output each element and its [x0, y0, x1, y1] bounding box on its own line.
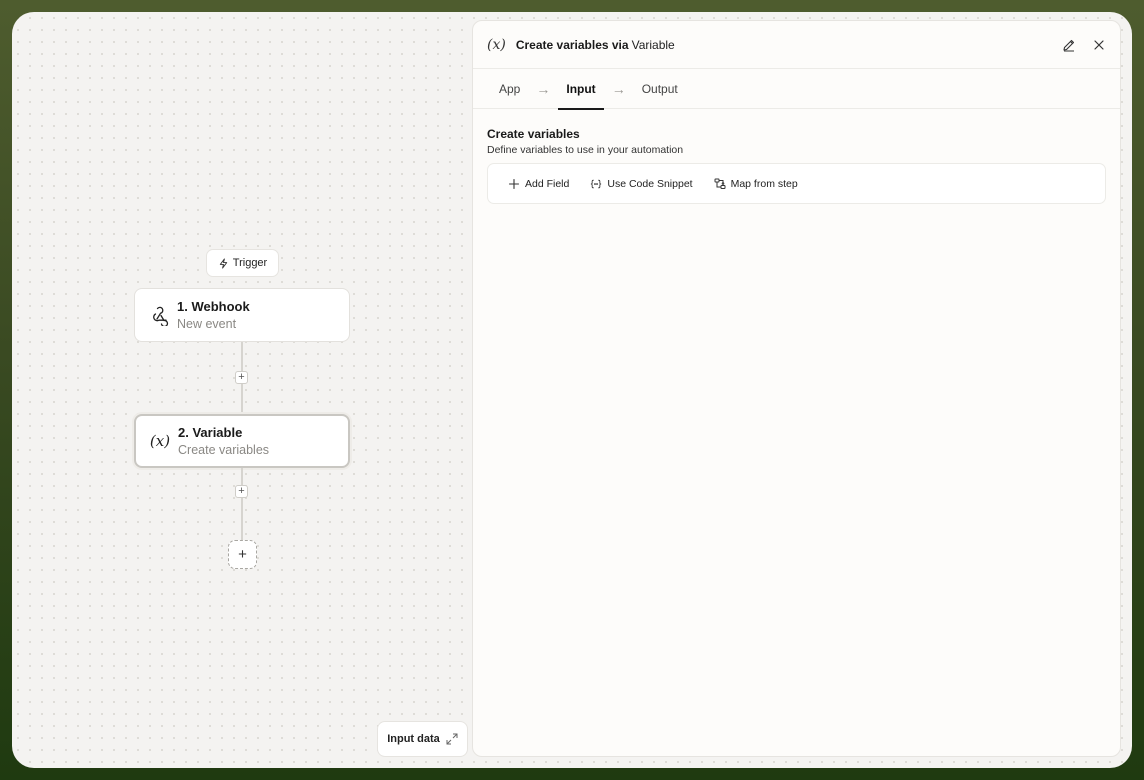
panel-header: (x) Create variables via Variable — [473, 21, 1120, 69]
step-config-panel: (x) Create variables via Variable App → I… — [472, 20, 1121, 757]
close-icon[interactable] — [1092, 38, 1106, 52]
tab-input[interactable]: Input — [558, 69, 605, 110]
create-variables-section: Create variables Define variables to use… — [473, 109, 1120, 204]
node-subtitle: New event — [177, 317, 237, 331]
connector-line — [241, 468, 243, 540]
tab-app[interactable]: App — [491, 69, 528, 109]
use-code-snippet-button[interactable]: Use Code Snippet — [590, 177, 693, 190]
variable-icon: (x) — [149, 432, 171, 450]
panel-title: Create variables via Variable — [516, 38, 675, 52]
map-steps-icon — [714, 178, 726, 189]
add-field-label: Add Field — [525, 177, 570, 190]
arrow-right-icon: → — [611, 80, 626, 97]
node-title: 2. Variable — [178, 425, 243, 440]
panel-title-app: Variable — [631, 37, 675, 52]
node-title: 1. Webhook — [177, 299, 250, 314]
plus-icon — [508, 178, 520, 189]
map-from-step-button[interactable]: Map from step — [714, 178, 798, 190]
variable-icon: (x) — [487, 36, 506, 53]
trigger-chip-label: Trigger — [232, 257, 268, 269]
field-toolbar: Add Field Use Code Snippet Map from step — [487, 163, 1106, 204]
trigger-chip[interactable]: Trigger — [206, 249, 279, 277]
webhook-icon — [147, 303, 171, 327]
node-subtitle: Create variables — [178, 443, 270, 457]
code-braces-icon — [591, 179, 602, 188]
panel-title-prefix: Create variables via — [515, 37, 629, 52]
arrow-right-icon: → — [536, 80, 551, 97]
pencil-icon[interactable] — [1062, 38, 1076, 52]
step-tabs: App → Input → Output — [473, 69, 1120, 110]
add-step-button[interactable]: + — [228, 540, 257, 569]
lightning-icon — [219, 257, 227, 269]
workflow-node-variable[interactable]: (x) 2. Variable Create variables — [134, 414, 350, 468]
app-frame: Trigger 1. Webhook New event + (x) 2. Va… — [12, 12, 1132, 768]
input-data-button[interactable]: Input data — [377, 721, 468, 757]
workflow-node-webhook[interactable]: 1. Webhook New event — [134, 288, 350, 342]
insert-step-button[interactable]: + — [235, 371, 248, 384]
add-field-button[interactable]: Add Field — [508, 178, 569, 190]
expand-icon — [446, 733, 458, 745]
section-title: Create variables — [487, 127, 580, 141]
tab-output[interactable]: Output — [634, 69, 686, 109]
insert-step-button[interactable]: + — [235, 485, 248, 498]
section-description: Define variables to use in your automati… — [487, 144, 684, 156]
map-from-step-label: Map from step — [730, 177, 798, 190]
input-data-label: Input data — [387, 733, 440, 745]
use-code-snippet-label: Use Code Snippet — [607, 177, 693, 190]
